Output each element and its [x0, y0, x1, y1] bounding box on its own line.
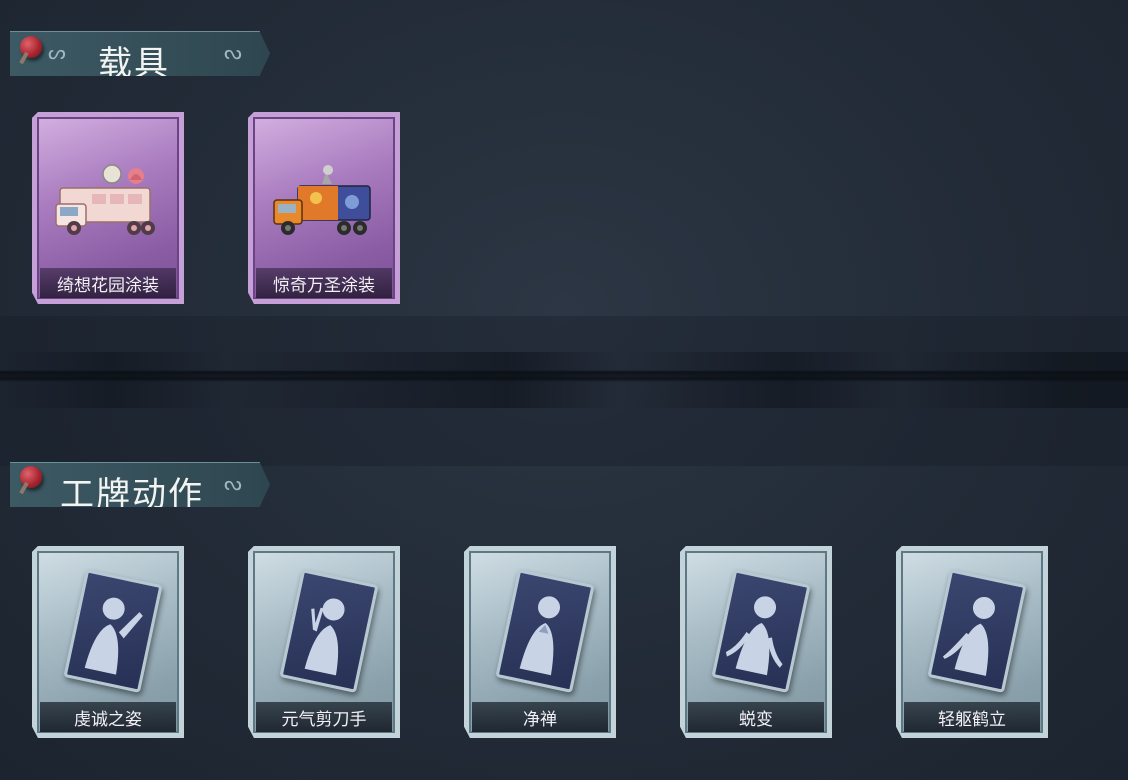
emote-card-label: 轻躯鹤立	[938, 709, 1006, 730]
card-label-bar: 元气剪刀手	[256, 702, 392, 732]
section-title-badge-actions: 工牌动作	[60, 475, 204, 515]
pose-crane-icon	[942, 596, 995, 676]
emote-card-peace[interactable]: 元气剪刀手	[248, 546, 400, 738]
section-header-vehicles: ᔕ 载具 ᔓ	[10, 31, 270, 76]
vehicle-card-halloween[interactable]: 惊奇万圣涂装	[248, 112, 400, 304]
pose-wave-icon	[84, 597, 143, 675]
emote-card-label: 元气剪刀手	[281, 709, 367, 730]
card-label-bar: 蜕变	[688, 702, 824, 732]
emote-card-label: 虔诚之姿	[74, 709, 142, 730]
swirl-ornament-icon: ᔓ	[224, 471, 242, 495]
card-label-bar: 惊奇万圣涂装	[256, 268, 392, 298]
emote-card-crane[interactable]: 轻躯鹤立	[896, 546, 1048, 738]
pose-peace-sign-icon	[304, 598, 345, 676]
emote-card-zen[interactable]: 净禅	[464, 546, 616, 738]
vehicle-card-label: 惊奇万圣涂装	[273, 275, 375, 296]
pushpin-icon	[20, 466, 42, 488]
crack-divider	[0, 352, 1128, 408]
emote-card-label: 净禅	[523, 709, 557, 730]
emote-card-devout[interactable]: 虔诚之姿	[32, 546, 184, 738]
vehicle-card-garden[interactable]: 绮想花园涂装	[32, 112, 184, 304]
vehicle-halloween-skin-icon	[273, 165, 371, 235]
vehicle-card-label: 绮想花园涂装	[57, 275, 159, 296]
vehicle-garden-skin-icon	[55, 164, 155, 235]
pose-transform-icon	[725, 596, 783, 676]
section-header-badge-actions: 工牌动作 ᔓ	[10, 462, 270, 507]
card-label-bar: 轻躯鹤立	[904, 702, 1040, 732]
emote-card-label: 蜕变	[739, 709, 773, 730]
pose-zen-icon	[519, 596, 561, 676]
card-label-bar: 绮想花园涂装	[40, 268, 176, 298]
emote-card-transform[interactable]: 蜕变	[680, 546, 832, 738]
card-label-bar: 虔诚之姿	[40, 702, 176, 732]
section-title-vehicles: 载具	[98, 44, 170, 84]
card-label-bar: 净禅	[472, 702, 608, 732]
swirl-ornament-icon: ᔓ	[224, 40, 242, 64]
pushpin-icon	[20, 36, 42, 58]
swirl-ornament-icon: ᔕ	[48, 40, 66, 64]
